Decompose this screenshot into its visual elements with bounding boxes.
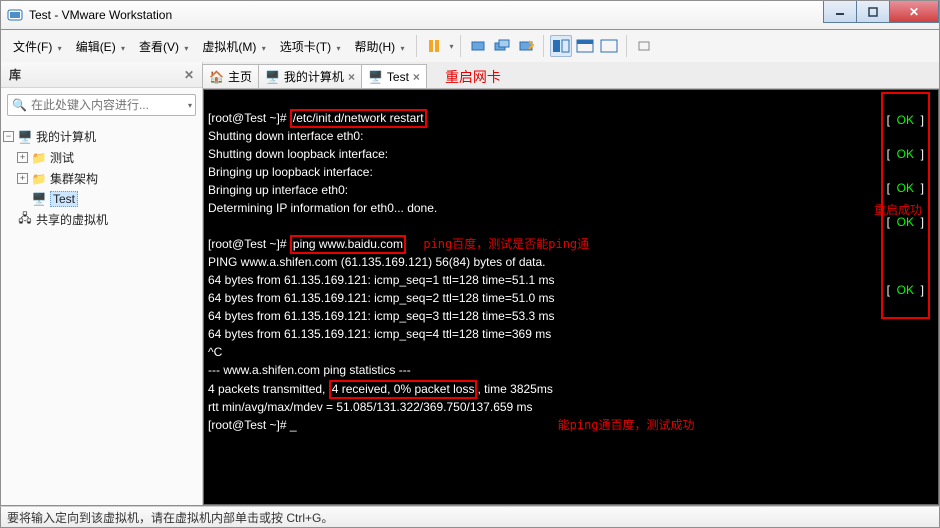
computer-icon: 🖥️ <box>265 70 280 84</box>
tree-folder[interactable]: +📁集群架构 <box>3 168 200 189</box>
annotation-restart-nic: 重启网卡 <box>427 67 501 87</box>
terminal[interactable]: [root@Test ~]# /etc/init.d/network resta… <box>203 89 939 505</box>
app-icon <box>7 7 23 23</box>
menu-tabs[interactable]: 选项卡(T) ▾ <box>274 34 347 59</box>
view-console-icon[interactable] <box>550 35 572 57</box>
annotation-restart-ok: 重启成功 <box>874 202 922 219</box>
search-input[interactable] <box>31 98 186 112</box>
separator <box>543 35 544 57</box>
library-tree: −🖥️我的计算机 +📁测试 +📁集群架构 🖥️Test 🖧共享的虚拟机 <box>1 122 202 234</box>
separator <box>626 35 627 57</box>
window-title: Test - VMware Workstation <box>29 8 172 22</box>
snapshot-icon[interactable] <box>467 35 489 57</box>
menu-help[interactable]: 帮助(H) ▾ <box>348 34 410 59</box>
folder-icon: 📁 <box>31 171 47 187</box>
vm-icon: 🖥️ <box>31 191 47 207</box>
tree-root-mypc[interactable]: −🖥️我的计算机 <box>3 126 200 147</box>
highlight-result: 4 received, 0% packet loss <box>329 380 478 399</box>
computer-icon: 🖥️ <box>17 129 33 145</box>
tree-vm-test[interactable]: 🖥️Test <box>3 189 200 209</box>
search-box[interactable]: 🔍 ▾ <box>7 94 196 116</box>
dropdown-icon[interactable]: ▾ <box>449 42 453 51</box>
tab-test[interactable]: 🖥️Test× <box>361 64 427 88</box>
separator <box>416 35 417 57</box>
tree-folder[interactable]: +📁测试 <box>3 147 200 168</box>
status-text: 要将输入定向到该虚拟机，请在虚拟机内部单击或按 Ctrl+G。 <box>7 509 333 526</box>
statusbar: 要将输入定向到该虚拟机，请在虚拟机内部单击或按 Ctrl+G。 <box>0 506 940 528</box>
content-area: 🏠主页 🖥️我的计算机× 🖥️Test× 重启网卡 [root@Test ~]#… <box>203 62 939 505</box>
menubar: 文件(F) ▾ 编辑(E) ▾ 查看(V) ▾ 虚拟机(M) ▾ 选项卡(T) … <box>0 30 940 62</box>
sidebar: 库✕ 🔍 ▾ −🖥️我的计算机 +📁测试 +📁集群架构 🖥️Test 🖧共享的虚… <box>1 62 203 505</box>
tree-shared-vms[interactable]: 🖧共享的虚拟机 <box>3 209 200 230</box>
menu-view[interactable]: 查看(V) ▾ <box>133 34 194 59</box>
tab-bar: 🏠主页 🖥️我的计算机× 🖥️Test× 重启网卡 <box>203 62 939 89</box>
close-icon[interactable]: × <box>348 70 355 84</box>
revert-icon[interactable] <box>515 35 537 57</box>
pause-button[interactable] <box>423 35 445 57</box>
home-icon: 🏠 <box>209 70 224 84</box>
tab-home[interactable]: 🏠主页 <box>202 64 259 88</box>
annotation-ping-test: ping百度，测试是否能ping通 <box>423 237 589 251</box>
window-titlebar: Test - VMware Workstation ✕ <box>0 0 940 30</box>
minimize-button[interactable] <box>823 1 857 23</box>
dropdown-icon[interactable]: ▾ <box>188 101 192 110</box>
fullscreen-icon[interactable] <box>598 35 620 57</box>
close-icon: ✕ <box>909 5 919 19</box>
maximize-button[interactable] <box>856 1 890 23</box>
close-icon[interactable]: × <box>413 70 420 84</box>
folder-icon: 📁 <box>31 150 47 166</box>
search-icon: 🔍 <box>12 98 27 112</box>
vm-icon: 🖥️ <box>368 70 383 84</box>
sidebar-header: 库✕ <box>1 62 202 88</box>
menu-file[interactable]: 文件(F) ▾ <box>7 34 68 59</box>
close-icon[interactable]: ✕ <box>184 68 194 82</box>
menu-vm[interactable]: 虚拟机(M) ▾ <box>196 34 271 59</box>
highlight-cmd-restart: /etc/init.d/network restart <box>290 109 427 128</box>
separator <box>460 35 461 57</box>
stretch-icon[interactable] <box>633 35 655 57</box>
annotation-ping-ok: 能ping通百度，测试成功 <box>558 418 695 432</box>
shared-icon: 🖧 <box>17 212 33 228</box>
menu-edit[interactable]: 编辑(E) ▾ <box>70 34 131 59</box>
close-button[interactable]: ✕ <box>889 1 939 23</box>
view-unity-icon[interactable] <box>574 35 596 57</box>
snapshot-manage-icon[interactable] <box>491 35 513 57</box>
highlight-cmd-ping: ping www.baidu.com <box>290 235 406 254</box>
tab-mypc[interactable]: 🖥️我的计算机× <box>258 64 362 88</box>
